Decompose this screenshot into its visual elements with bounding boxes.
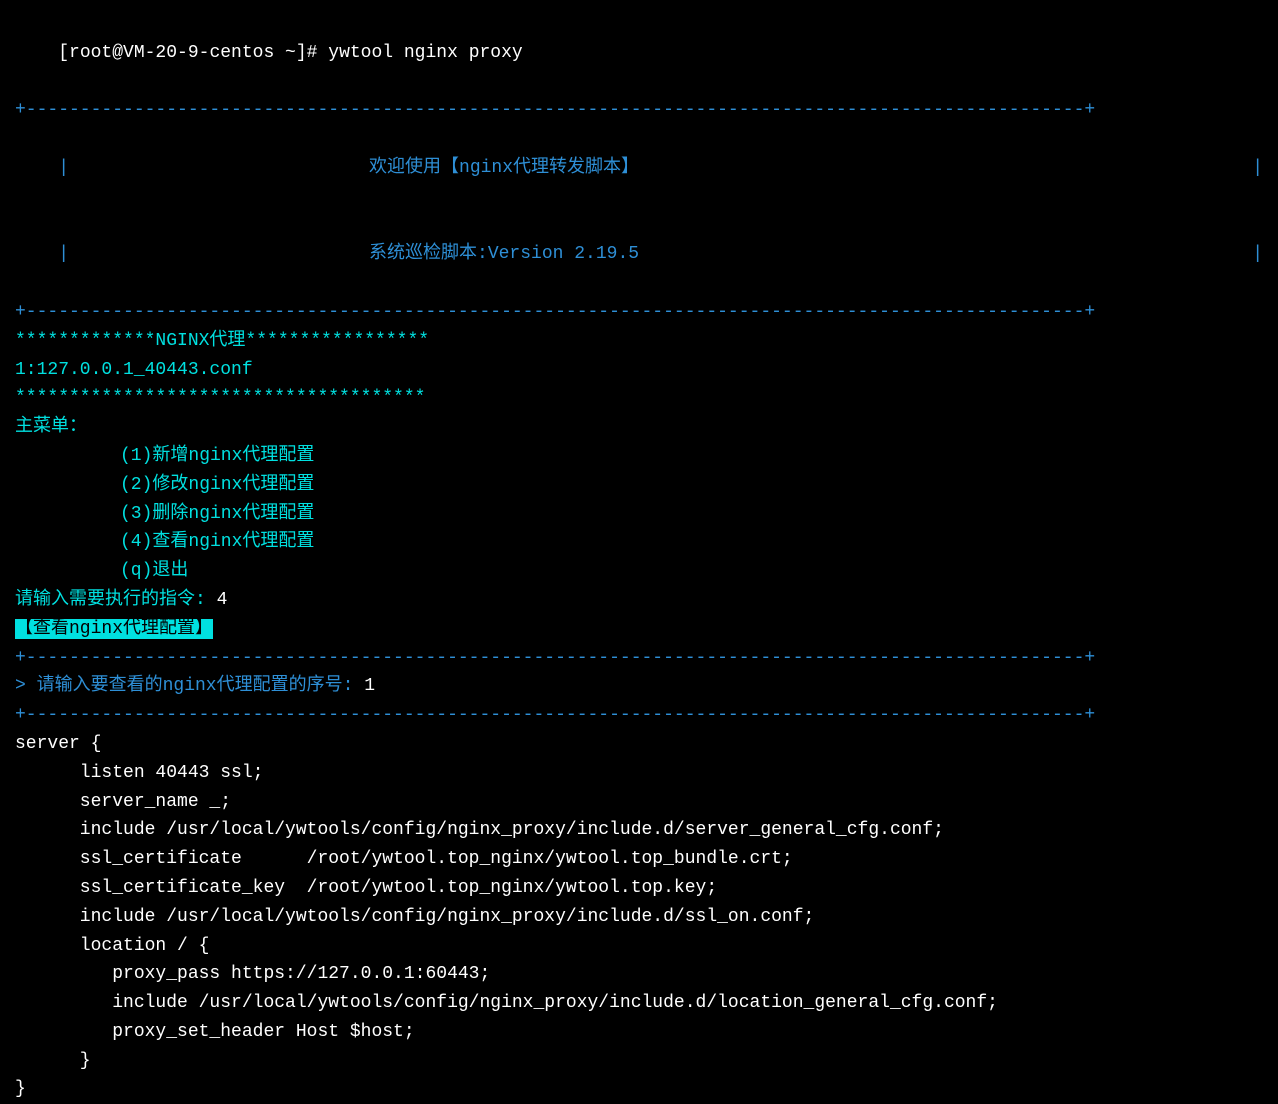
nginx-config-line-12: include /usr/local/ywtools/config/nginx_…: [15, 989, 1263, 1018]
shell-prompt: [root@VM-20-9-centos ~]#: [58, 43, 328, 63]
menu-item-4: (4)查看nginx代理配置: [15, 528, 1263, 557]
input-command-prompt: 请输入需要执行的指令:: [15, 590, 217, 610]
welcome-title: 欢迎使用【nginx代理转发脚本】: [369, 158, 639, 178]
view-config-label: 【查看nginx代理配置】: [15, 619, 213, 639]
box-side-right: |: [1252, 154, 1263, 183]
box-top-border: +---------------------------------------…: [15, 96, 1263, 125]
nginx-config-line-6: ssl_certificate /root/ywtool.top_nginx/y…: [15, 845, 1263, 874]
nginx-config-line-13: proxy_set_header Host $host;: [15, 1018, 1263, 1047]
box-side-left: |: [58, 158, 69, 178]
nginx-config-line-14: }: [15, 1047, 1263, 1076]
input-command-value[interactable]: 4: [217, 590, 228, 610]
nginx-config-line-10: location / {: [15, 932, 1263, 961]
divider-1: +---------------------------------------…: [15, 644, 1263, 673]
nginx-config-line-2: listen 40443 ssl;: [15, 759, 1263, 788]
command-prompt-line: [root@VM-20-9-centos ~]# ywtool nginx pr…: [15, 10, 1263, 96]
stars-divider: **************************************: [15, 384, 1263, 413]
nginx-config-line-11: proxy_pass https://127.0.0.1:60443;: [15, 960, 1263, 989]
serial-prompt: > 请输入要查看的nginx代理配置的序号:: [15, 676, 364, 696]
nginx-config-line-8: include /usr/local/ywtools/config/nginx_…: [15, 903, 1263, 932]
nginx-proxy-header: *************NGINX代理*****************: [15, 327, 1263, 356]
view-config-highlight: 【查看nginx代理配置】: [15, 615, 1263, 644]
nginx-config-line-15: }: [15, 1075, 1263, 1104]
menu-item-2: (2)修改nginx代理配置: [15, 471, 1263, 500]
box-side-right-2: |: [1252, 240, 1263, 269]
nginx-config-line-1: server {: [15, 730, 1263, 759]
box-side-left-2: |: [58, 244, 69, 264]
main-menu-label: 主菜单：: [15, 413, 1263, 442]
version-line-row: | 系统巡检脚本:Version 2.19.5 |: [15, 212, 1263, 298]
command-text[interactable]: ywtool nginx proxy: [328, 43, 522, 63]
nginx-config-line-5: include /usr/local/ywtools/config/nginx_…: [15, 816, 1263, 845]
box-bottom-border: +---------------------------------------…: [15, 298, 1263, 327]
config-file-entry: 1:127.0.0.1_40443.conf: [15, 356, 1263, 385]
input-command-line: 请输入需要执行的指令: 4: [15, 586, 1263, 615]
nginx-config-line-7: ssl_certificate_key /root/ywtool.top_ngi…: [15, 874, 1263, 903]
nginx-config-line-3: server_name _;: [15, 788, 1263, 817]
menu-item-1: (1)新增nginx代理配置: [15, 442, 1263, 471]
menu-item-q: (q)退出: [15, 557, 1263, 586]
welcome-title-line: | 欢迎使用【nginx代理转发脚本】 |: [15, 125, 1263, 211]
serial-input-line: > 请输入要查看的nginx代理配置的序号: 1: [15, 672, 1263, 701]
terminal-output: [root@VM-20-9-centos ~]# ywtool nginx pr…: [15, 10, 1263, 1104]
serial-value[interactable]: 1: [364, 676, 375, 696]
version-text: 系统巡检脚本:Version 2.19.5: [369, 244, 639, 264]
divider-2: +---------------------------------------…: [15, 701, 1263, 730]
menu-item-3: (3)删除nginx代理配置: [15, 500, 1263, 529]
